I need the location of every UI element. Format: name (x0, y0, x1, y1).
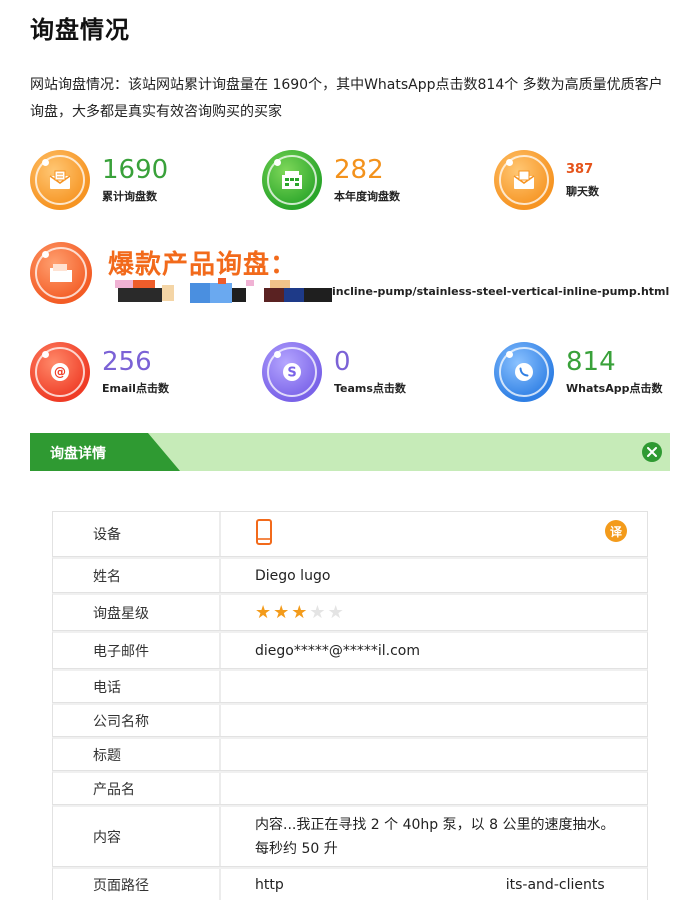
stat-value: 256 (102, 347, 152, 377)
summary-text: 网站询盘情况：该站网站累计询盘量在 1690个，其中WhatsApp点击数814… (30, 77, 663, 120)
row-value: 内容...我正在寻找 2 个 40hp 泵，以 8 公里的速度抽水。每秒约 50… (255, 816, 615, 857)
redaction-block (283, 877, 506, 892)
redaction-block (246, 280, 254, 286)
stat-label: 聊天数 (566, 185, 599, 198)
hot-product-block (30, 242, 92, 304)
row-value (221, 739, 647, 770)
star-icon: ★ (291, 601, 308, 623)
table-row: 电子邮件 diego*****@*****il.com (52, 631, 648, 669)
mail-icon (30, 150, 90, 210)
redaction-block (162, 285, 174, 301)
stat-label: Email点击数 (102, 382, 169, 395)
row-value: 译 (221, 512, 647, 556)
redaction-block (304, 288, 332, 302)
row-value (221, 773, 647, 804)
row-key: 设备 (53, 512, 221, 556)
star-icon: ★ (273, 601, 290, 623)
table-row: 内容 内容...我正在寻找 2 个 40hp 泵，以 8 公里的速度抽水。每秒约… (52, 805, 648, 867)
table-row: 标题 (52, 737, 648, 771)
stat-chats: 387 聊天数 (494, 150, 599, 210)
table-row: 电话 (52, 669, 648, 703)
stat-value: 387 (566, 162, 594, 177)
star-icon: ★ (309, 601, 326, 623)
table-row: 公司名称 (52, 703, 648, 737)
translate-button[interactable]: 译 (605, 520, 627, 542)
stat-year-inquiries: 282 本年度询盘数 (262, 150, 400, 210)
table-row: 姓名 Diego lugo (52, 557, 648, 593)
building-icon (262, 150, 322, 210)
whatsapp-icon (494, 342, 554, 402)
row-key: 产品名 (53, 773, 221, 804)
svg-text:S: S (287, 366, 296, 381)
mobile-device-icon (255, 519, 273, 549)
detail-header-bar: 询盘详情 (30, 433, 670, 471)
folder-icon (30, 242, 92, 304)
stat-value: 1690 (102, 155, 169, 185)
detail-tab-label: 询盘详情 (50, 446, 106, 462)
at-icon: @ (30, 342, 90, 402)
stat-value: 0 (334, 347, 351, 377)
redaction-block (115, 280, 133, 288)
row-value: http its-and-clients (221, 869, 647, 900)
row-key: 页面路径 (53, 869, 221, 900)
row-key: 姓名 (53, 559, 221, 592)
rating-stars: ★ ★ ★ ★ ★ (255, 601, 344, 623)
page-title: 询盘情况 (30, 16, 130, 44)
row-value: diego*****@*****il.com (255, 642, 420, 659)
row-key: 电话 (53, 671, 221, 702)
table-row: 页面路径 http its-and-clients (52, 867, 648, 900)
inquiry-detail-table: 设备 译 姓名 Diego lugo 询盘星级 ★ ★ ★ ★ ★ 电子邮件 diego… (52, 511, 648, 900)
stat-teams-clicks: S 0 Teams点击数 (262, 342, 406, 402)
redaction-block (218, 278, 226, 284)
row-value: Diego lugo (255, 567, 331, 584)
redaction-block (270, 280, 290, 288)
page-path-end[interactable]: its-and-clients (506, 877, 605, 893)
page-path-start[interactable]: http (255, 877, 284, 893)
hot-product-title: 爆款产品询盘： (108, 250, 298, 280)
redaction-block (190, 283, 210, 303)
row-key: 电子邮件 (53, 633, 221, 668)
stat-value: 282 (334, 155, 384, 185)
stat-label: 累计询盘数 (102, 190, 157, 203)
stat-label: WhatsApp点击数 (566, 382, 663, 395)
redaction-block (118, 288, 162, 302)
hot-product-link[interactable]: incline-pump/stainless-steel-vertical-in… (332, 285, 669, 298)
stat-email-clicks: @ 256 Email点击数 (30, 342, 169, 402)
table-row: 产品名 (52, 771, 648, 805)
stat-whatsapp-clicks: 814 WhatsApp点击数 (494, 342, 662, 402)
svg-text:@: @ (54, 365, 66, 379)
row-key: 内容 (53, 807, 221, 866)
stat-total-inquiries: 1690 累计询盘数 (30, 150, 168, 210)
redaction-block (264, 288, 284, 302)
table-row: 询盘星级 ★ ★ ★ ★ ★ (52, 593, 648, 631)
row-key: 公司名称 (53, 705, 221, 736)
row-value (221, 705, 647, 736)
detail-tab[interactable]: 询盘详情 (30, 433, 180, 471)
stat-label: 本年度询盘数 (334, 190, 400, 203)
close-icon[interactable] (642, 442, 662, 462)
table-row: 设备 译 (52, 511, 648, 557)
redaction-block (133, 280, 155, 288)
row-value: ★ ★ ★ ★ ★ (221, 595, 647, 630)
redaction-block (232, 288, 246, 302)
chat-icon (494, 150, 554, 210)
redaction-block (210, 283, 232, 303)
stat-label: Teams点击数 (334, 382, 406, 395)
row-value (221, 671, 647, 702)
stat-value: 814 (566, 347, 616, 377)
row-key: 标题 (53, 739, 221, 770)
star-icon: ★ (255, 601, 272, 623)
skype-icon: S (262, 342, 322, 402)
redaction-block (284, 288, 304, 302)
row-key: 询盘星级 (53, 595, 221, 630)
star-icon: ★ (327, 601, 344, 623)
